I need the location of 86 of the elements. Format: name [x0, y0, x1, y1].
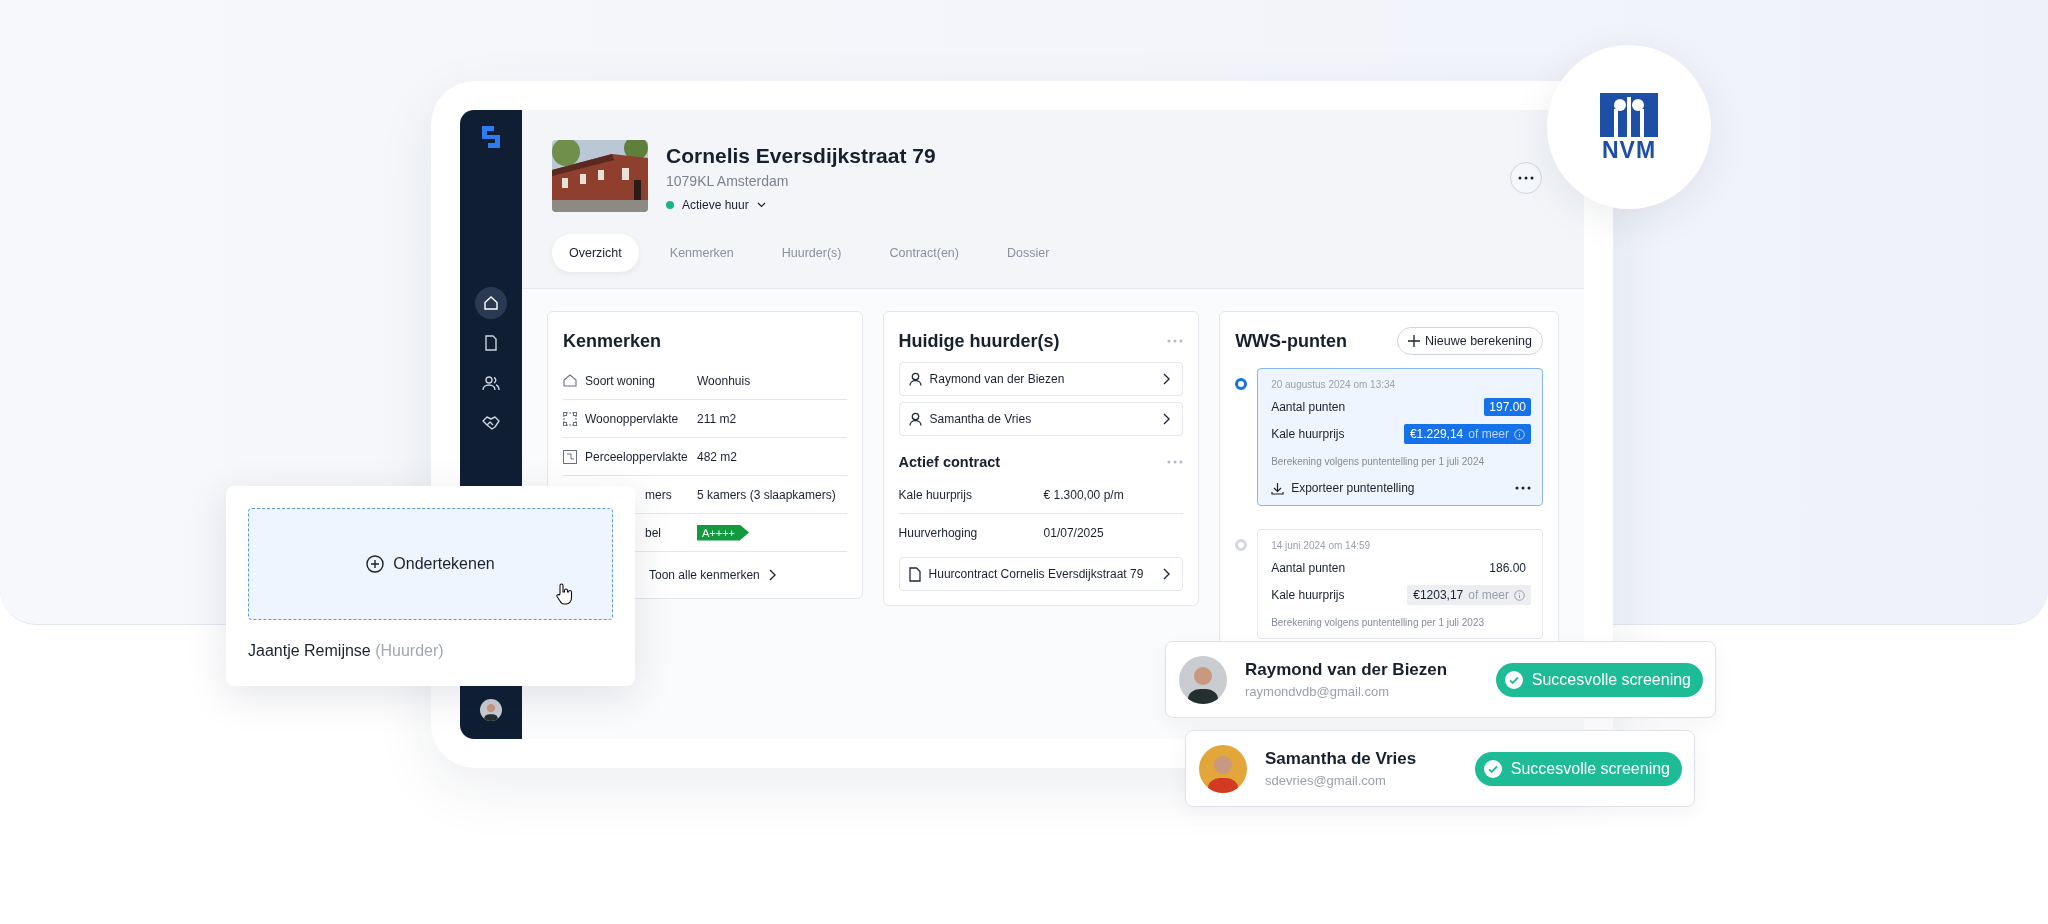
- feature-label: mers: [644, 487, 673, 502]
- feature-value: 5 kamers (3 slaapkamers): [697, 487, 836, 502]
- person-icon: [908, 372, 922, 386]
- sidebar-item[interactable]: [475, 287, 507, 319]
- tenant-row[interactable]: Samantha de Vries: [898, 402, 1184, 436]
- plus-circle-icon: [366, 555, 385, 573]
- status-dot: [666, 201, 674, 209]
- info-icon: [1514, 428, 1525, 440]
- chevron-right-icon: [1162, 568, 1171, 580]
- document-name: Huurcontract Cornelis Eversdijkstraat 79: [928, 567, 1145, 581]
- app-logo-icon: [482, 126, 500, 148]
- card-title: Huidige huurder(s): [898, 330, 1060, 352]
- calculation-entry[interactable]: 20 augustus 2024 om 13:34 Aantal punten 197.00 Kale huurprijs €1.229,14 of meer Berekening volgens puntentelling per 1 juli 2024 Exporteer puntentelling: [1257, 368, 1543, 506]
- feature-label: Perceeloppervlakte: [585, 449, 689, 464]
- home-icon: [483, 295, 499, 311]
- document-icon: [484, 335, 498, 351]
- status-text: Succesvolle screening: [1510, 759, 1670, 778]
- tenant-name: Samantha de Vries: [929, 412, 1033, 426]
- download-icon: [1271, 481, 1285, 495]
- area-icon: [563, 411, 577, 426]
- tenant-email: sdevries@gmail.com: [1265, 773, 1387, 788]
- avatar: [1179, 655, 1227, 704]
- energy-label-badge: A++++: [697, 524, 750, 541]
- tab[interactable]: Overzicht: [552, 234, 639, 272]
- section-title: Actief contract: [898, 454, 1001, 470]
- avatar: [480, 699, 502, 721]
- rent-badge: €1.229,14 of meer: [1403, 424, 1531, 444]
- check-circle-icon: [1504, 670, 1523, 689]
- tenant-email: raymondvdb@gmail.com: [1245, 684, 1390, 699]
- field-label: Huurverhoging: [898, 525, 979, 540]
- tenant-name: Raymond van der Biezen: [929, 372, 1066, 386]
- handshake-icon: [482, 415, 500, 431]
- chevron-right-icon: [767, 569, 776, 581]
- signer-name: Jaantje Remijnse (Huurder): [248, 642, 445, 660]
- plus-icon: [1407, 335, 1420, 347]
- tenant-name: Samantha de Vries: [1265, 749, 1418, 769]
- plot-icon: [563, 449, 577, 464]
- field-label: Kale huurprijs: [1271, 588, 1345, 602]
- property-address: 1079KL Amsterdam: [666, 173, 790, 189]
- house-icon: [563, 374, 577, 387]
- tenant-name: Raymond van der Biezen: [1245, 660, 1449, 680]
- feature-label: Woonoppervlakte: [585, 411, 680, 426]
- field-value: 01/07/2025: [1043, 525, 1104, 540]
- rent-badge: €1203,17 of meer: [1407, 585, 1531, 605]
- feature-label: bel: [644, 525, 662, 540]
- field-label: Kale huurprijs: [898, 487, 973, 502]
- field-label: Aantal punten: [1271, 400, 1346, 414]
- feature-label: Soort woning: [585, 373, 657, 388]
- field-label: Aantal punten: [1271, 561, 1346, 575]
- field-value: € 1.300,00 p/m: [1043, 487, 1124, 502]
- feature-value: Woonhuis: [697, 373, 751, 388]
- logo-figures-icon: [1600, 92, 1658, 137]
- show-all-link[interactable]: Toon alle kenmerken: [649, 568, 760, 582]
- card-title: WWS-punten: [1235, 330, 1348, 352]
- chevron-down-icon: [756, 202, 766, 208]
- info-icon: [1514, 589, 1525, 601]
- contract-document-row[interactable]: Huurcontract Cornelis Eversdijkstraat 79: [898, 557, 1184, 591]
- sign-button[interactable]: Ondertekenen: [248, 508, 613, 620]
- calculation-date: 20 augustus 2024 om 13:34: [1271, 379, 1397, 390]
- calculation-date: 14 juni 2024 om 14:59: [1271, 540, 1372, 551]
- calculation-entry[interactable]: 14 juni 2024 om 14:59 Aantal punten 186.00 Kale huurprijs €1203,17 of meer Berekening volgens puntentelling per 1 juli 2023: [1257, 529, 1543, 639]
- logo-text: NVM: [1601, 138, 1657, 162]
- status-dropdown[interactable]: Actieve huur: [682, 198, 749, 212]
- feature-value: 482 m2: [697, 449, 738, 464]
- property-title: Cornelis Eversdijkstraat 79: [666, 144, 936, 168]
- field-label: Kale huurprijs: [1271, 427, 1345, 441]
- points-value: 186.00: [1488, 560, 1527, 577]
- hand-cursor-icon: [555, 583, 573, 605]
- tenant-row[interactable]: Raymond van der Biezen: [898, 362, 1184, 396]
- feature-value: 211 m2: [697, 411, 737, 426]
- more-icon[interactable]: [1518, 176, 1534, 180]
- calculation-note: Berekening volgens puntentelling per 1 juli 2024: [1271, 456, 1486, 467]
- status-text: Succesvolle screening: [1531, 670, 1691, 689]
- avatar: [1199, 744, 1247, 793]
- person-icon: [908, 412, 922, 426]
- export-link[interactable]: Exporteer puntentelling: [1271, 481, 1415, 495]
- chevron-right-icon: [1162, 373, 1171, 385]
- points-value: 197.00: [1484, 398, 1531, 416]
- chevron-right-icon: [1162, 413, 1171, 425]
- more-icon[interactable]: [1515, 486, 1531, 490]
- card-title: Kenmerken: [563, 330, 662, 352]
- document-icon: [908, 566, 921, 582]
- new-calculation-button[interactable]: Nieuwe berekening: [1396, 327, 1543, 355]
- check-circle-icon: [1483, 759, 1502, 778]
- people-icon: [482, 375, 500, 391]
- calculation-note: Berekening volgens puntentelling per 1 juli 2023: [1271, 617, 1486, 628]
